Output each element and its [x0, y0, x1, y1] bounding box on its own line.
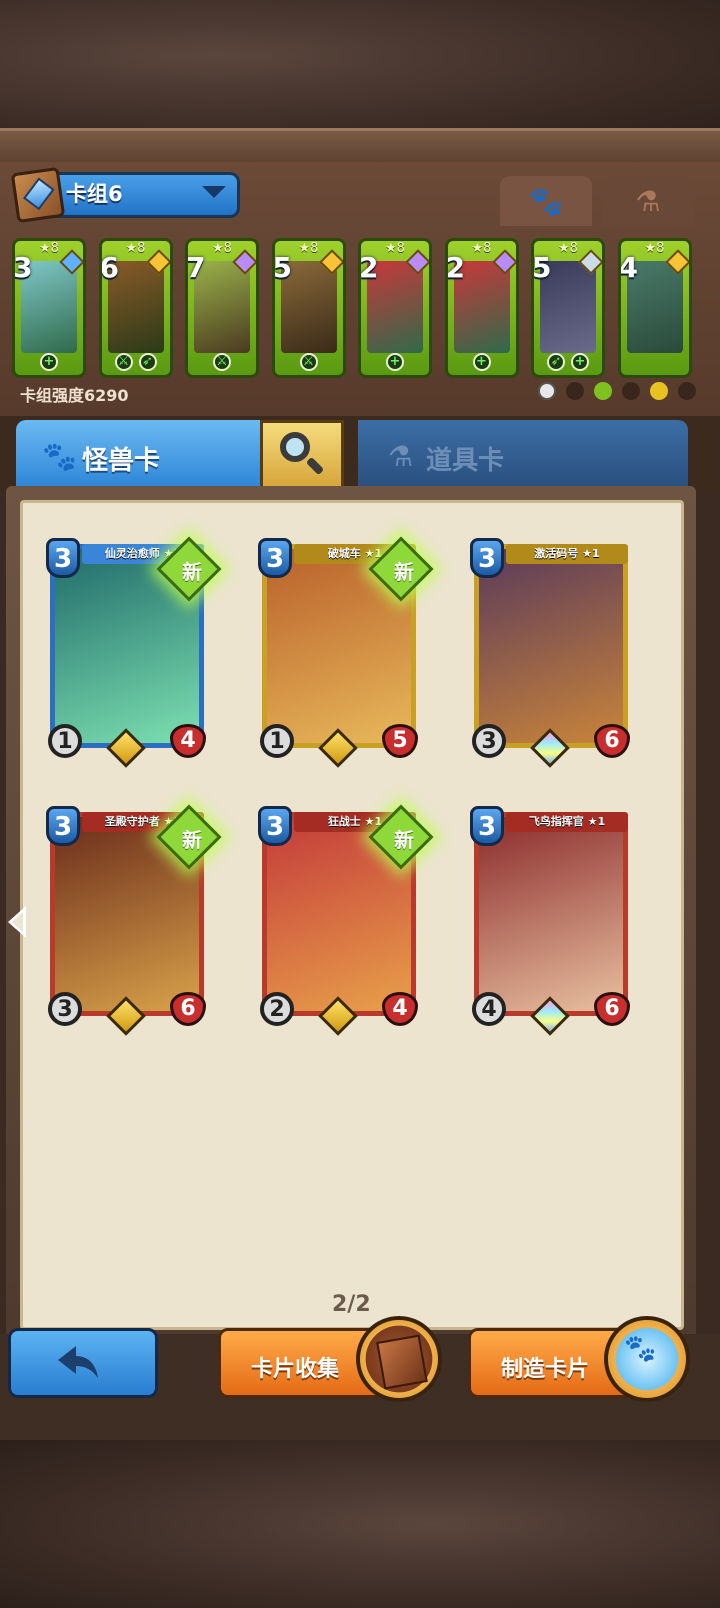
card-traits: ⚔ — [275, 349, 343, 375]
mech-filter-icon[interactable] — [650, 382, 668, 400]
trait-icon: + — [472, 353, 491, 371]
trait-icon: ➶ — [547, 353, 565, 371]
deck-power: 卡组强度6290 — [20, 386, 129, 405]
card-traits: ⚔ — [188, 349, 256, 375]
collection-card[interactable]: 圣殿守护者 ★1 3 3 6 新 — [46, 804, 222, 1036]
potion-paw-icon[interactable]: 🐾 — [604, 1316, 690, 1402]
background-bottom — [0, 1440, 720, 1608]
chevron-down-icon[interactable] — [202, 186, 226, 198]
paw-icon: 🐾 — [42, 440, 77, 473]
card-health: 4 — [170, 724, 206, 758]
new-badge-label: 新 — [394, 560, 414, 584]
card-traits: ➶ + — [534, 349, 602, 375]
paw-icon: 🐾 — [528, 184, 564, 218]
card-traits — [621, 349, 689, 375]
card-cost: 3 — [258, 806, 292, 846]
page-indicator: 2/2 — [332, 1292, 371, 1317]
card-traits: + — [15, 349, 83, 375]
tab-monster-label: 怪兽卡 — [82, 446, 161, 476]
card-traits: + — [448, 349, 516, 375]
card-health: 6 — [170, 992, 206, 1026]
deck-card-row: ★8 3 + ★8 6 ⚔ ➶ ★8 7 ⚔ ★8 5 ⚔ ★8 2 + ★8 2 + ★8 5 ➶ + ★8 4 — [12, 238, 708, 380]
deck-card[interactable]: ★8 7 ⚔ — [185, 238, 259, 378]
collection-card[interactable]: 激活码号 ★1 3 3 6 — [470, 538, 632, 768]
card-health: 4 — [382, 992, 418, 1026]
trait-icon: + — [386, 353, 404, 371]
trait-icon: ➶ — [138, 353, 157, 371]
card-cost: 7 — [186, 251, 206, 284]
card-cost: 3 — [258, 538, 292, 578]
back-arrow-icon — [58, 1346, 98, 1378]
beast-filter-icon[interactable] — [566, 382, 584, 400]
card-name: 激活码号 ★1 — [506, 544, 628, 564]
new-badge-label: 新 — [394, 828, 414, 852]
card-cost: 2 — [359, 251, 379, 284]
card-name: 飞鸟指挥官 ★1 — [506, 812, 628, 832]
deck-book-icon — [10, 166, 66, 224]
card-attack: 2 — [260, 992, 294, 1026]
collection-card[interactable]: 飞鸟指挥官 ★1 3 4 6 — [470, 806, 632, 1036]
deck-card[interactable]: ★8 2 + — [444, 238, 519, 378]
flask-icon: ⚗ — [635, 184, 661, 218]
deck-card[interactable]: ★8 4 — [617, 238, 692, 378]
tab-monster-filter[interactable]: 🐾 — [500, 176, 592, 226]
craft-card-label: 制造卡片 — [501, 1357, 590, 1382]
trait-icon: ⚔ — [299, 353, 318, 371]
shadow-filter-icon[interactable] — [622, 382, 640, 400]
background-top — [0, 0, 720, 140]
card-cost: 2 — [445, 251, 465, 284]
deck-name: 卡组6 — [66, 182, 123, 206]
card-health: 5 — [382, 724, 418, 758]
trait-icon: + — [40, 353, 58, 371]
card-traits: ⚔ ➶ — [102, 349, 170, 375]
trait-icon: + — [571, 353, 589, 371]
card-attack: 3 — [472, 724, 506, 758]
flask-icon: ⚗ — [388, 440, 414, 473]
card-traits: + — [361, 349, 429, 375]
card-cost: 3 — [13, 251, 33, 284]
card-attack: 4 — [472, 992, 506, 1026]
deck-card[interactable]: ★8 2 + — [358, 238, 432, 378]
card-album-icon[interactable] — [356, 1316, 442, 1402]
card-cost: 4 — [618, 251, 638, 284]
filter-icons — [538, 382, 696, 400]
tab-item-label: 道具卡 — [426, 446, 505, 476]
collection-card[interactable]: 破城车 ★1 3 1 5 新 — [258, 536, 434, 768]
card-cost: 3 — [470, 538, 504, 578]
card-cost: 3 — [46, 538, 80, 578]
deck-card[interactable]: ★8 5 ➶ + — [531, 238, 605, 378]
trait-icon: ⚔ — [213, 353, 231, 371]
previous-page-arrow-icon[interactable] — [8, 906, 26, 938]
nature-filter-icon[interactable] — [594, 382, 612, 400]
card-health: 6 — [594, 992, 630, 1026]
card-health: 6 — [594, 724, 630, 758]
deck-card[interactable]: ★8 5 ⚔ — [271, 238, 346, 378]
card-cost: 5 — [532, 251, 552, 284]
card-cost: 3 — [46, 806, 80, 846]
card-attack: 1 — [260, 724, 294, 758]
tab-item-filter[interactable]: ⚗ — [602, 176, 694, 226]
card-attack: 1 — [48, 724, 82, 758]
new-badge-label: 新 — [182, 560, 202, 584]
all-filter-icon[interactable] — [538, 382, 556, 400]
card-collection-label: 卡片收集 — [251, 1357, 340, 1382]
fire-filter-icon[interactable] — [678, 382, 696, 400]
search-icon — [280, 432, 310, 462]
card-cost: 6 — [99, 251, 119, 284]
card-attack: 3 — [48, 992, 82, 1026]
new-badge-label: 新 — [182, 828, 202, 852]
deck-card[interactable]: ★8 3 + — [12, 238, 86, 378]
card-cost: 3 — [470, 806, 504, 846]
deck-card[interactable]: ★8 6 ⚔ ➶ — [98, 238, 173, 378]
collection-card[interactable]: 狂战士 ★1 3 2 4 新 — [258, 804, 434, 1036]
card-cost: 5 — [272, 251, 292, 284]
collection-card[interactable]: 仙灵治愈师 ★1 3 1 4 新 — [46, 536, 222, 768]
trait-icon: ⚔ — [114, 353, 133, 371]
